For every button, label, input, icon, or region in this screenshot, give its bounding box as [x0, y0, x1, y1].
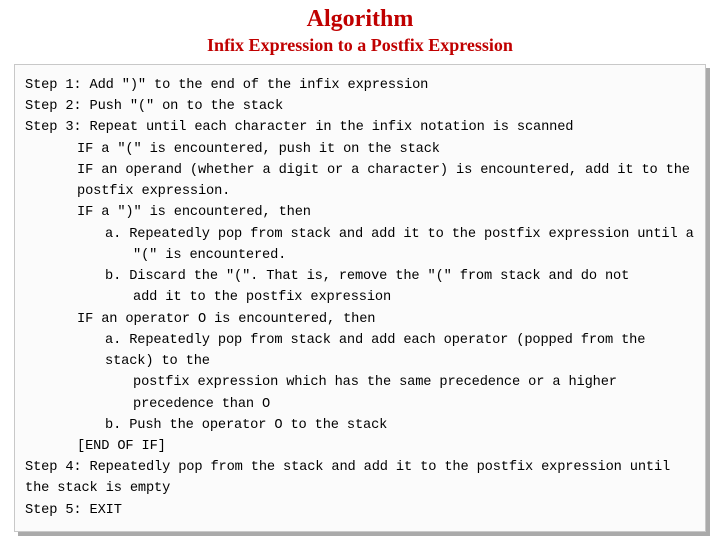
algorithm-box: Step 1: Add ")" to the end of the infix …	[14, 64, 706, 532]
step-3-close-b-line1: b. Discard the "(". That is, remove the …	[25, 266, 695, 287]
step-3-if-close-paren: IF a ")" is encountered, then	[25, 202, 695, 223]
step-3-if-operand-line2: postfix expression.	[25, 181, 695, 202]
step-3-close-a-line1: a. Repeatedly pop from stack and add it …	[25, 224, 695, 245]
step-3-if-operator: IF an operator O is encountered, then	[25, 309, 695, 330]
algorithm-text: Step 1: Add ")" to the end of the infix …	[25, 75, 695, 521]
step-2: Step 2: Push "(" on to the stack	[25, 96, 695, 117]
step-3-close-a-line2: "(" is encountered.	[25, 245, 695, 266]
step-3-op-a-line1: a. Repeatedly pop from stack and add eac…	[25, 330, 695, 372]
step-3-if-operand-line1: IF an operand (whether a digit or a char…	[25, 160, 695, 181]
step-1: Step 1: Add ")" to the end of the infix …	[25, 75, 695, 96]
step-5: Step 5: EXIT	[25, 500, 695, 521]
subtitle: Infix Expression to a Postfix Expression	[0, 35, 720, 56]
title-block: Algorithm Infix Expression to a Postfix …	[0, 0, 720, 56]
step-3-if-open-paren: IF a "(" is encountered, push it on the …	[25, 139, 695, 160]
step-4: Step 4: Repeatedly pop from the stack an…	[25, 457, 695, 499]
step-3-end-if: [END OF IF]	[25, 436, 695, 457]
step-3-close-b-line2: add it to the postfix expression	[25, 287, 695, 308]
step-3-op-a-line2: postfix expression which has the same pr…	[25, 372, 695, 414]
step-3-op-b: b. Push the operator O to the stack	[25, 415, 695, 436]
main-title: Algorithm	[0, 6, 720, 33]
step-3: Step 3: Repeat until each character in t…	[25, 117, 695, 138]
